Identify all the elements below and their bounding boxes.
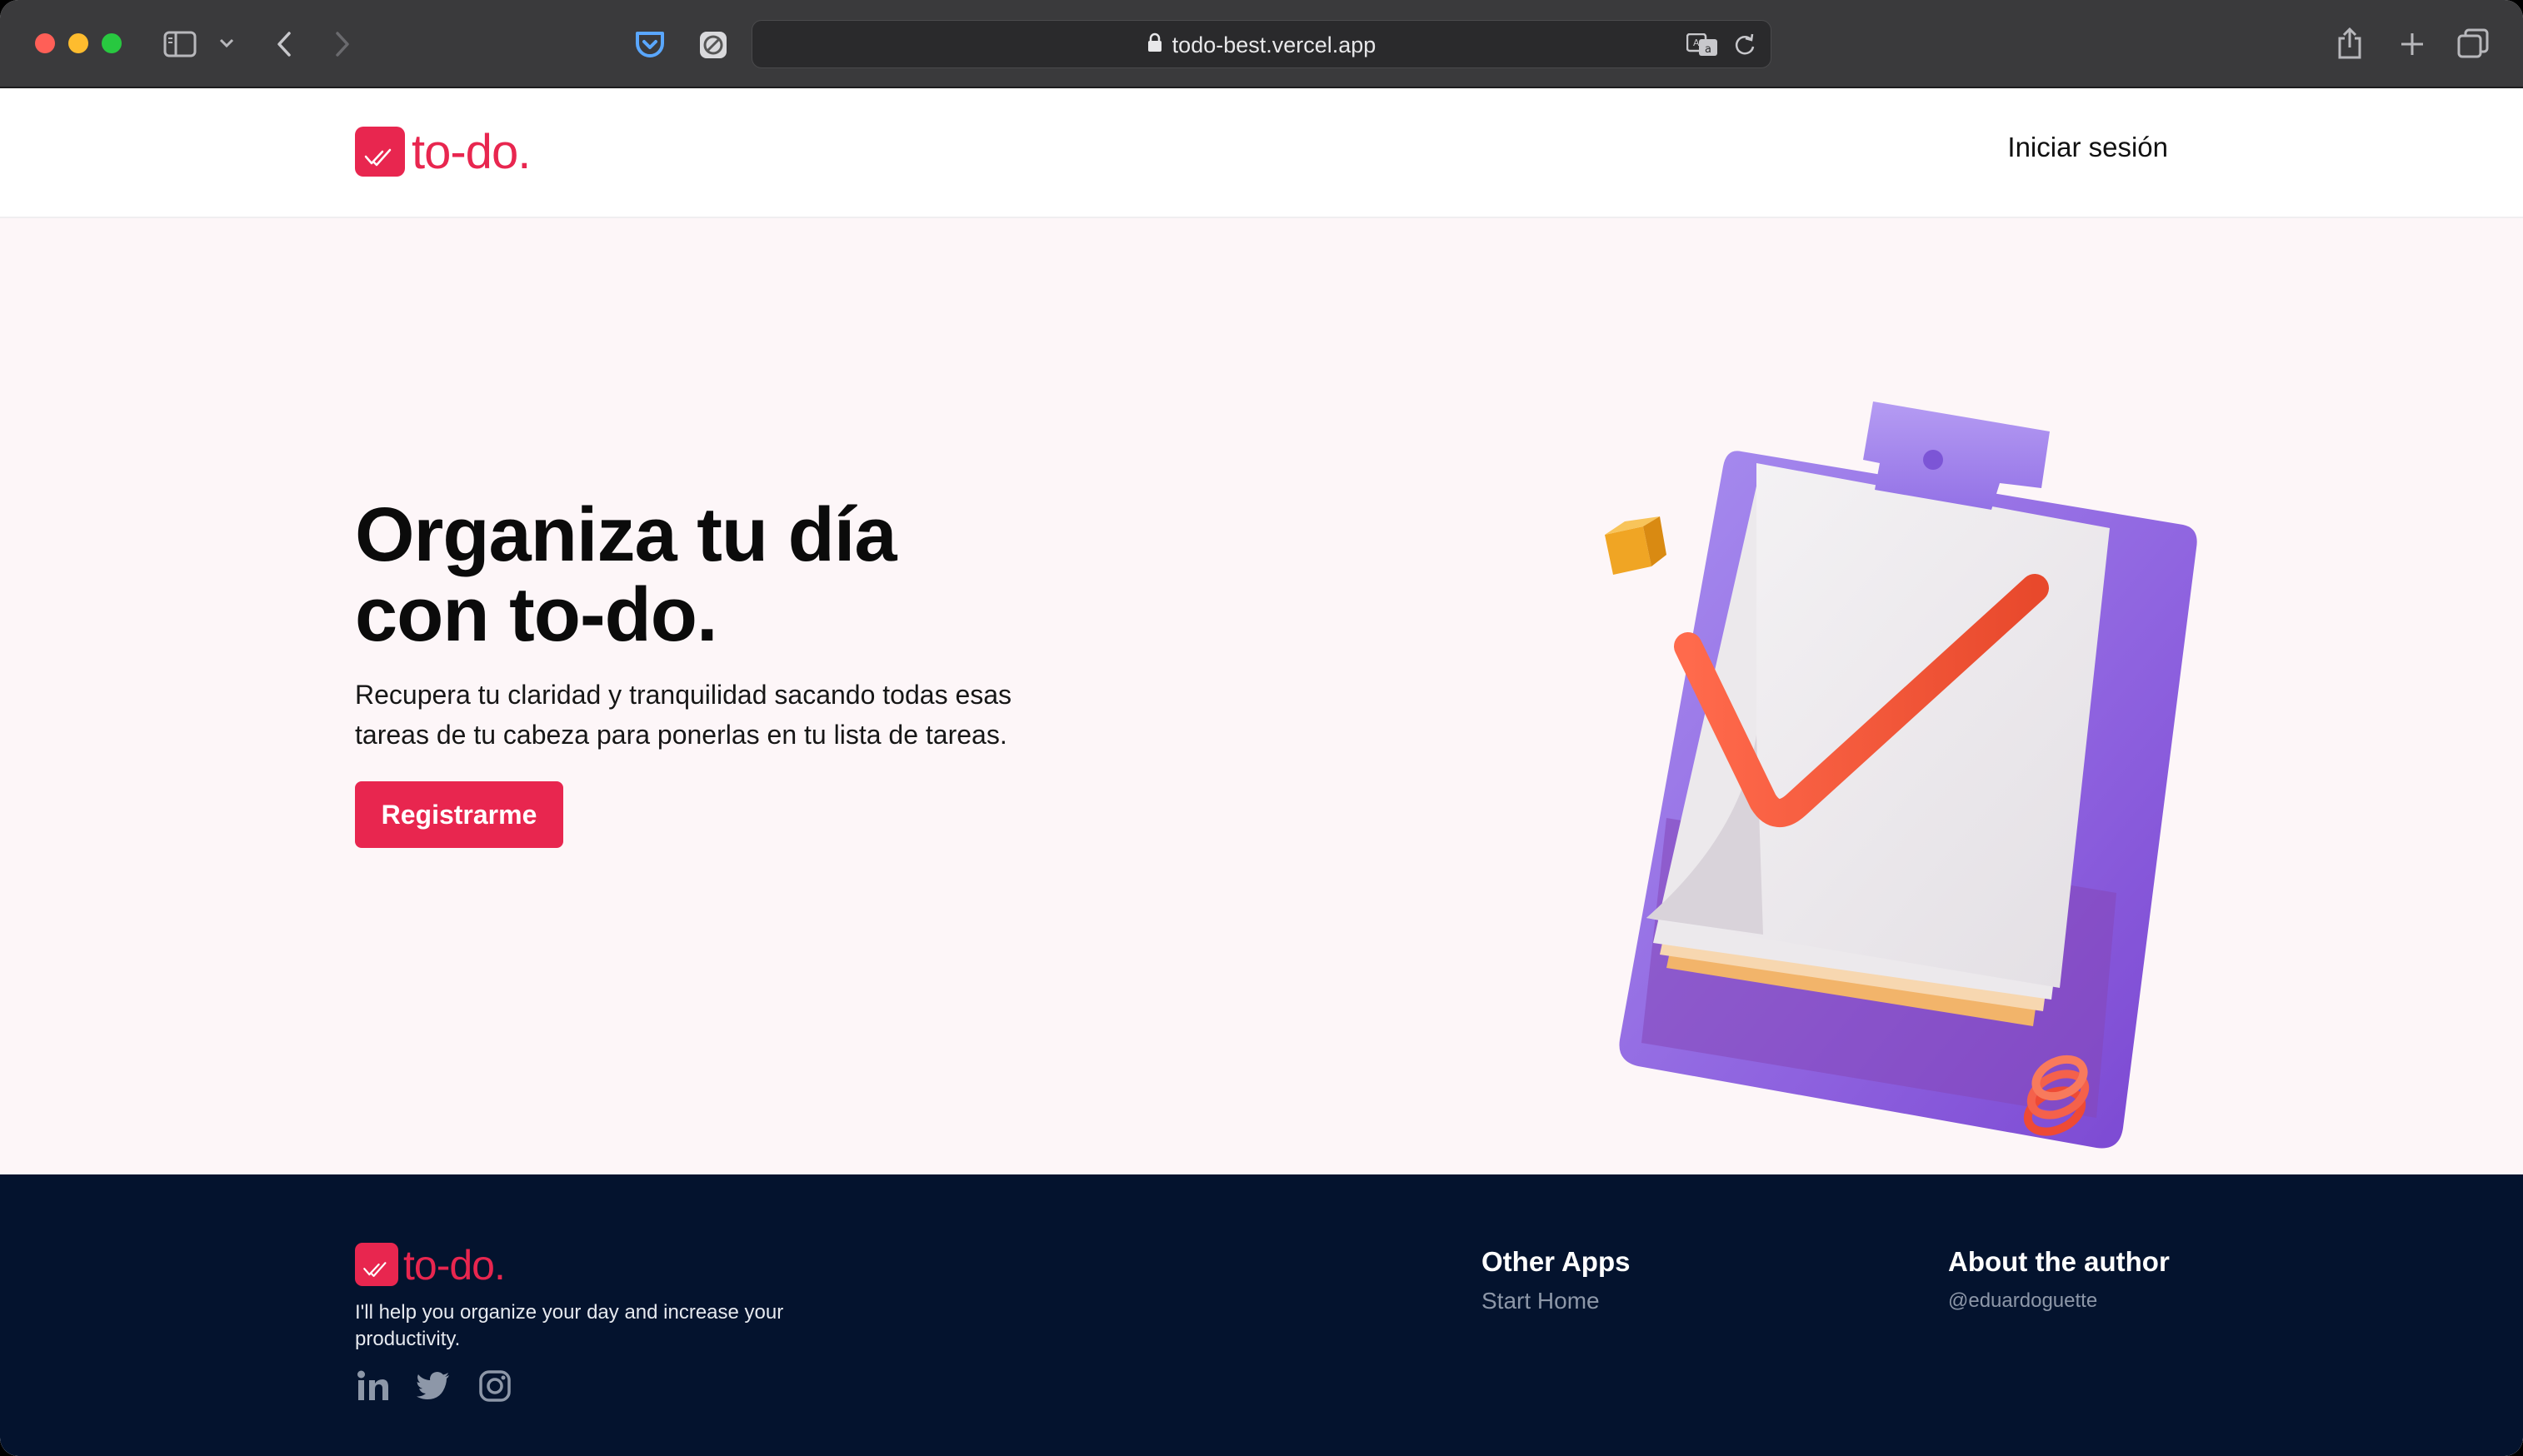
page: to-do. Iniciar sesión Organiza tu día co…	[0, 88, 2523, 1456]
footer-logo-text: to-do	[403, 1242, 495, 1289]
footer-logo[interactable]: to-do.	[355, 1242, 506, 1289]
browser-window: todo-best.vercel.app aA to-do. Iniciar s…	[0, 0, 2523, 1456]
address-bar[interactable]: todo-best.vercel.app aA	[752, 20, 1771, 68]
hero-subtitle: Recupera tu claridad y tranquilidad saca…	[355, 675, 1088, 755]
linkedin-icon[interactable]	[355, 1368, 392, 1404]
browser-toolbar: todo-best.vercel.app aA	[0, 0, 2523, 88]
hero-title-line-2: con to-do.	[355, 572, 718, 657]
signup-button[interactable]: Registrarme	[355, 781, 563, 848]
hero-subtitle-line-1: Recupera tu claridad y tranquilidad saca…	[355, 680, 1012, 710]
chevron-down-icon[interactable]	[215, 32, 238, 55]
sidebar-toggle-icon[interactable]	[162, 27, 198, 62]
start-home-link[interactable]: Start Home	[1481, 1288, 1600, 1314]
hero-section: Organiza tu día con to-do. Recupera tu c…	[0, 218, 2523, 1174]
hero-title-line-1: Organiza tu día	[355, 492, 897, 577]
minimize-window-button[interactable]	[68, 33, 88, 53]
extension-icon[interactable]	[697, 28, 730, 62]
svg-text:a: a	[1705, 43, 1711, 56]
pocket-icon[interactable]	[633, 28, 667, 62]
url-text: todo-best.vercel.app	[1172, 32, 1376, 57]
footer-tagline: I'll help you organize your day and incr…	[355, 1301, 784, 1350]
svg-text:A: A	[1693, 37, 1700, 48]
hero-title: Organiza tu día con to-do.	[355, 495, 1105, 655]
checkmark-logo-icon	[355, 1243, 398, 1286]
instagram-icon[interactable]	[477, 1368, 513, 1404]
tab-overview-icon[interactable]	[2456, 27, 2490, 60]
logo-text: to-do	[412, 125, 518, 179]
twitter-icon[interactable]	[415, 1368, 452, 1404]
share-icon[interactable]	[2333, 25, 2366, 62]
author-handle-link[interactable]: @eduardoguette	[1948, 1289, 2097, 1313]
site-footer: to-do. I'll help you organize your day a…	[0, 1174, 2523, 1456]
reload-icon[interactable]	[1732, 32, 1757, 57]
zoom-window-button[interactable]	[102, 33, 122, 53]
clipboard-illustration	[1566, 385, 2200, 1184]
new-tab-icon[interactable]	[2396, 28, 2428, 60]
site-header: to-do. Iniciar sesión	[0, 88, 2523, 218]
site-logo[interactable]: to-do.	[355, 125, 531, 179]
back-arrow-icon[interactable]	[272, 27, 297, 62]
checkmark-logo-icon	[355, 127, 405, 177]
login-link[interactable]: Iniciar sesión	[2007, 132, 2168, 163]
close-window-button[interactable]	[35, 33, 55, 53]
logo-dot: .	[517, 125, 531, 179]
forward-arrow-icon[interactable]	[330, 27, 355, 62]
footer-logo-dot: .	[493, 1242, 506, 1289]
lock-icon	[1147, 32, 1162, 58]
translate-icon[interactable]: aA	[1686, 32, 1719, 57]
other-apps-title: Other Apps	[1481, 1246, 1631, 1277]
about-author-title: About the author	[1948, 1246, 2170, 1277]
hero-subtitle-line-2: tareas de tu cabeza para ponerlas en tu …	[355, 720, 1007, 750]
